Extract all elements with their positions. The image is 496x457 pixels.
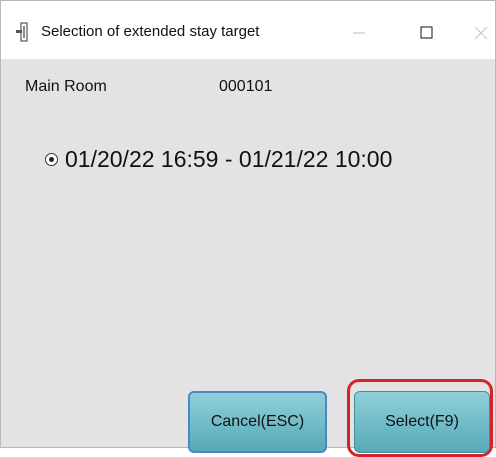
select-button-label: Select(F9) — [385, 413, 459, 430]
minimize-icon — [353, 32, 365, 34]
dialog-content: Main Room 000101 01/20/22 16:59 - 01/21/… — [1, 59, 495, 457]
window-title: Selection of extended stay target — [41, 23, 260, 40]
close-button[interactable] — [459, 15, 496, 49]
radio-selected-icon[interactable] — [45, 152, 58, 166]
stay-option-radio[interactable]: 01/20/22 16:59 - 01/21/22 10:00 — [45, 145, 392, 173]
stay-option-label: 01/20/22 16:59 - 01/21/22 10:00 — [65, 145, 393, 172]
room-number: 000101 — [219, 78, 273, 95]
cancel-button-label: Cancel(ESC) — [210, 413, 305, 430]
door-key-icon — [15, 22, 29, 42]
maximize-icon — [420, 26, 433, 39]
title-bar[interactable]: Selection of extended stay target — [1, 1, 495, 59]
cancel-button[interactable]: Cancel(ESC) — [188, 391, 327, 453]
room-label: Main Room — [25, 78, 107, 95]
maximize-button[interactable] — [405, 15, 449, 49]
select-button[interactable]: Select(F9) — [354, 391, 490, 453]
close-icon — [474, 26, 488, 40]
minimize-button[interactable] — [337, 15, 381, 49]
dialog-window: Selection of extended stay target Main R… — [0, 0, 496, 457]
